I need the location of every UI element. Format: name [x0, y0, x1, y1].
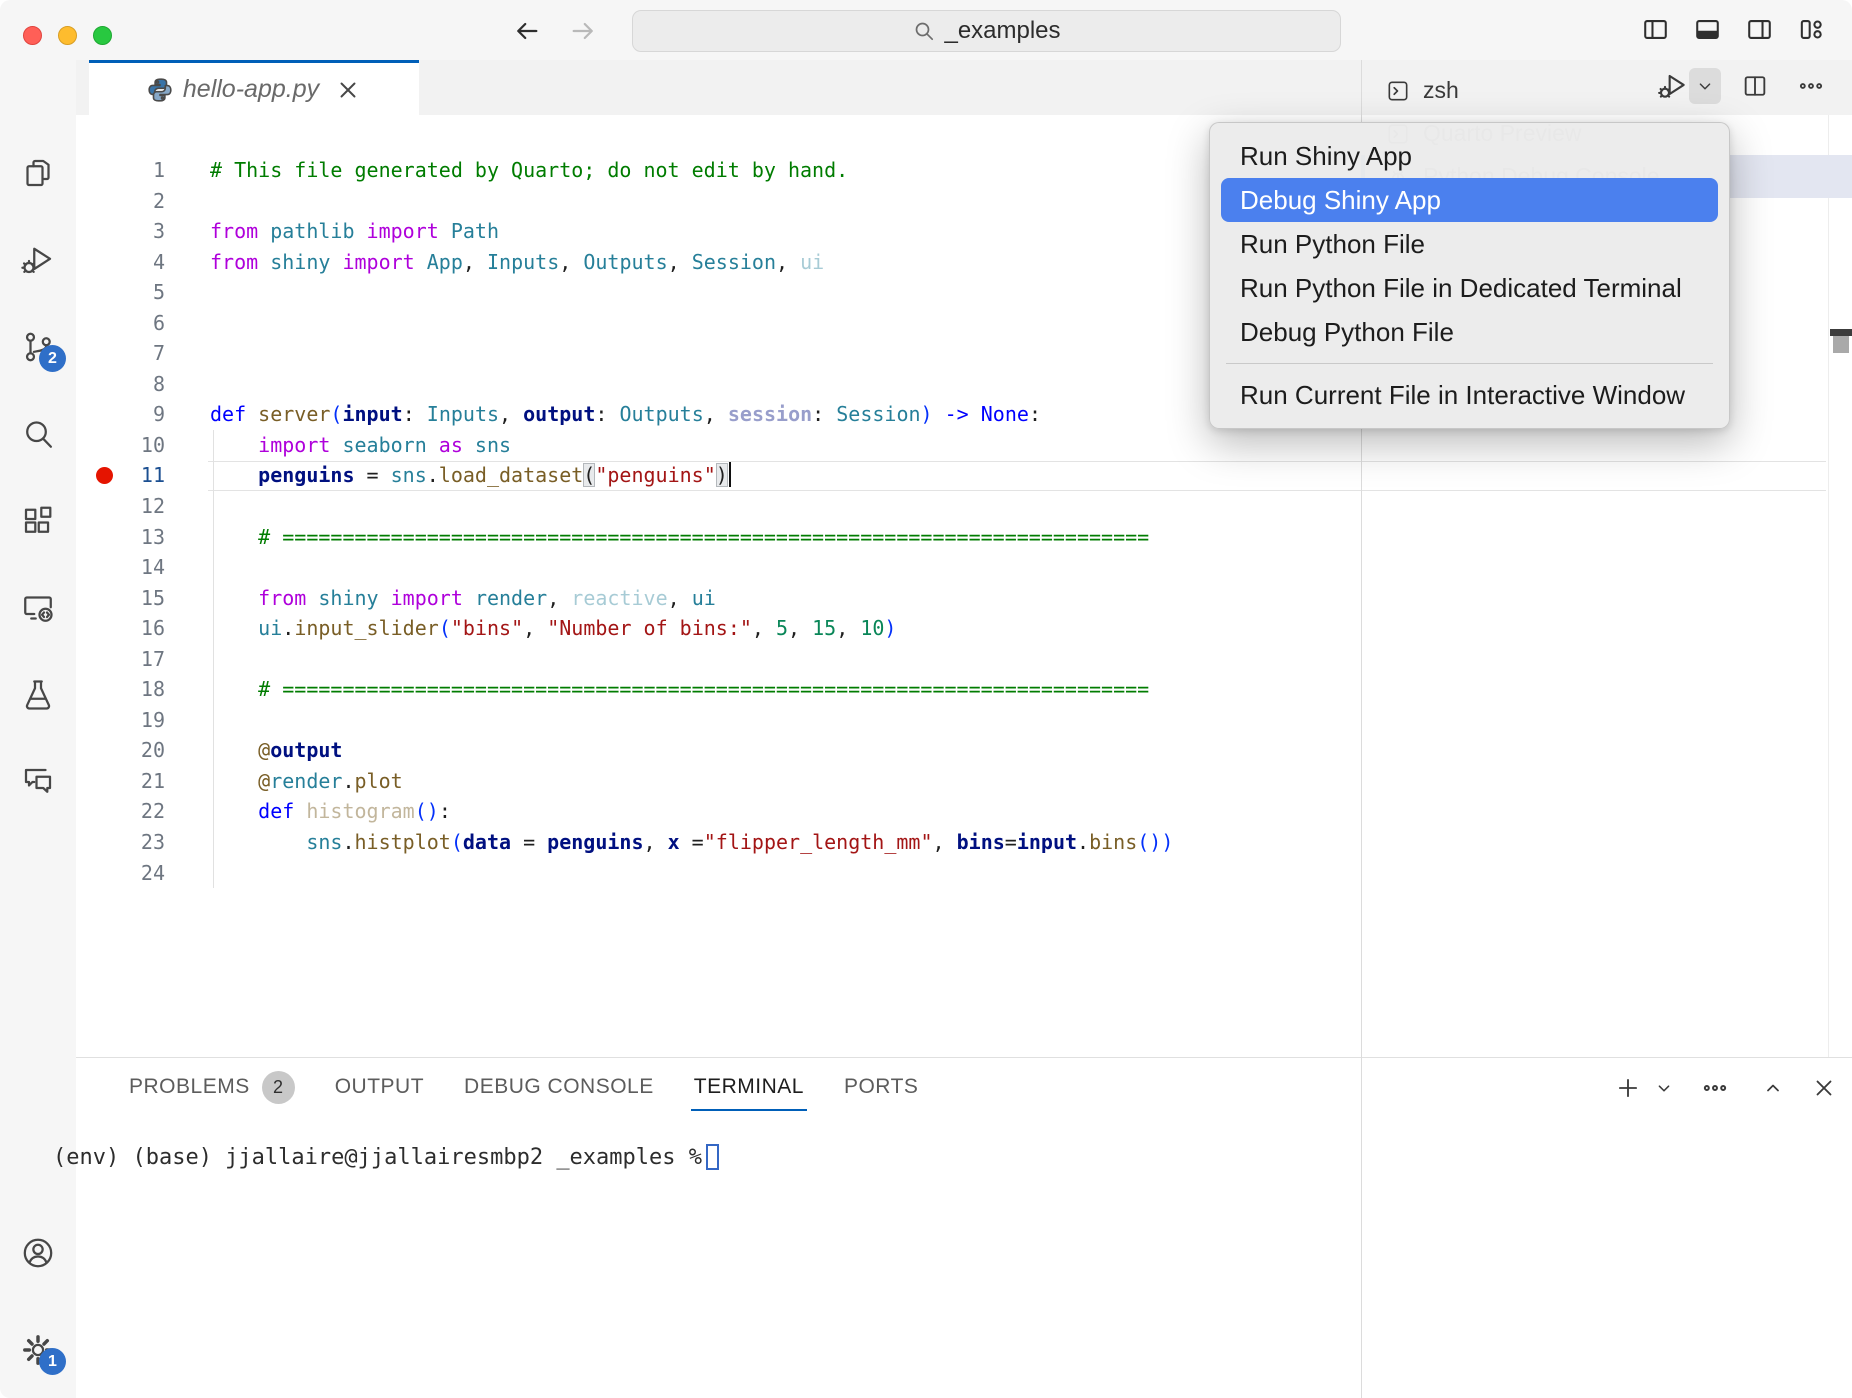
- line-number[interactable]: 14: [76, 552, 165, 583]
- comments-icon: [19, 763, 57, 801]
- line-number[interactable]: 9: [76, 399, 165, 430]
- activity-item-settings[interactable]: 1: [19, 1331, 57, 1369]
- line-number[interactable]: 23: [76, 827, 165, 858]
- badge: 1: [39, 1348, 66, 1375]
- text-cursor: [729, 462, 732, 487]
- panel-tab-label: OUTPUT: [335, 1075, 424, 1099]
- line-number[interactable]: 11: [76, 460, 165, 491]
- panel-tab-label: PROBLEMS: [129, 1075, 250, 1099]
- window-minimize-button[interactable]: [58, 26, 77, 45]
- activity-item-comments[interactable]: [19, 763, 57, 801]
- panel-tab-ports[interactable]: PORTS: [844, 1058, 918, 1116]
- line-number[interactable]: 17: [76, 644, 165, 675]
- activity-item-accounts[interactable]: [19, 1234, 57, 1272]
- terminal-row-zsh[interactable]: zsh: [1362, 69, 1852, 112]
- menu-item[interactable]: Run Python File in Dedicated Terminal: [1221, 266, 1718, 310]
- activity-item-remote-explorer[interactable]: [19, 589, 57, 627]
- terminal-cursor: [706, 1144, 719, 1170]
- search-icon: [19, 415, 57, 453]
- window-close-button[interactable]: [23, 26, 42, 45]
- remote-icon: [19, 589, 57, 627]
- activity-item-source-control[interactable]: 2: [19, 328, 57, 366]
- activity-bar-bottom: 1: [19, 1234, 57, 1398]
- line-number[interactable]: 4: [76, 247, 165, 278]
- forward-icon[interactable]: [568, 18, 598, 44]
- activity-bar-top: 2: [19, 60, 57, 801]
- menu-item[interactable]: Run Current File in Interactive Window: [1221, 373, 1718, 417]
- line-number[interactable]: 15: [76, 583, 165, 614]
- line-number[interactable]: 19: [76, 705, 165, 736]
- menu-item[interactable]: Run Shiny App: [1221, 134, 1718, 178]
- terminal-prompt: (env) (base) jjallaire@jjallairesmbp2 _e…: [53, 1145, 702, 1170]
- line-number[interactable]: 7: [76, 338, 165, 369]
- toggle-panel-icon[interactable]: [1693, 15, 1722, 44]
- line-number[interactable]: 13: [76, 522, 165, 553]
- activity-item-testing[interactable]: [19, 676, 57, 714]
- run-options-menu: Run Shiny AppDebug Shiny AppRun Python F…: [1209, 122, 1730, 429]
- menu-item[interactable]: Run Python File: [1221, 222, 1718, 266]
- line-number[interactable]: 22: [76, 796, 165, 827]
- panel-tab-label: TERMINAL: [694, 1075, 804, 1099]
- line-number[interactable]: 24: [76, 858, 165, 889]
- line-number[interactable]: 5: [76, 277, 165, 308]
- badge: 2: [39, 345, 66, 372]
- panel-tab-label: PORTS: [844, 1075, 918, 1099]
- terminal-output[interactable]: (env) (base) jjallaire@jjallairesmbp2 _e…: [53, 1143, 719, 1171]
- line-number[interactable]: 20: [76, 735, 165, 766]
- terminal-row-label: zsh: [1423, 77, 1459, 104]
- panel-tab-debug-console[interactable]: DEBUG CONSOLE: [464, 1058, 654, 1116]
- files-icon: [19, 154, 57, 192]
- line-number[interactable]: 3: [76, 216, 165, 247]
- panel-tab-terminal[interactable]: TERMINAL: [694, 1058, 804, 1116]
- titlebar: _examples: [0, 0, 1852, 61]
- command-center-search[interactable]: _examples: [632, 10, 1341, 52]
- line-number[interactable]: 10: [76, 430, 165, 461]
- tab-hello-app[interactable]: hello-app.py: [89, 60, 419, 116]
- menu-item[interactable]: Debug Shiny App: [1221, 178, 1718, 222]
- run-debug-icon: [19, 241, 57, 279]
- customize-layout-icon[interactable]: [1797, 15, 1826, 44]
- search-icon: [912, 19, 936, 43]
- activity-item-extensions[interactable]: [19, 502, 57, 540]
- panel-tabs: PROBLEMS 2 OUTPUT DEBUG CONSOLE TERMINAL PORT…: [129, 1058, 918, 1116]
- panel-tab-label: DEBUG CONSOLE: [464, 1075, 654, 1099]
- activity-bar: 2 1: [0, 60, 77, 1398]
- close-icon[interactable]: [335, 77, 361, 103]
- back-icon[interactable]: [512, 18, 542, 44]
- line-number[interactable]: 16: [76, 613, 165, 644]
- vscode-window: _examples 2 1 hello-app.py hello-app.py: [0, 0, 1852, 1398]
- line-number[interactable]: 12: [76, 491, 165, 522]
- editor-gutter[interactable]: 123456789101112131415161718192021222324: [76, 155, 165, 888]
- problems-badge: 2: [262, 1071, 295, 1104]
- extensions-icon: [19, 502, 57, 540]
- line-number[interactable]: 18: [76, 674, 165, 705]
- testing-icon: [19, 676, 57, 714]
- toggle-primary-sidebar-icon[interactable]: [1641, 15, 1670, 44]
- python-file-icon: [147, 77, 173, 103]
- line-number[interactable]: 6: [76, 308, 165, 339]
- line-number[interactable]: 8: [76, 369, 165, 400]
- activity-item-search[interactable]: [19, 415, 57, 453]
- panel-tab-output[interactable]: OUTPUT: [335, 1058, 424, 1116]
- line-number[interactable]: 2: [76, 186, 165, 217]
- toggle-secondary-sidebar-icon[interactable]: [1745, 15, 1774, 44]
- tab-label: hello-app.py: [183, 75, 319, 104]
- panel-tab-problems[interactable]: PROBLEMS 2: [129, 1058, 295, 1116]
- line-number[interactable]: 1: [76, 155, 165, 186]
- menu-item[interactable]: Debug Python File: [1221, 310, 1718, 354]
- line-number[interactable]: 21: [76, 766, 165, 797]
- activity-item-run-and-debug[interactable]: [19, 241, 57, 279]
- activity-item-explorer[interactable]: [19, 154, 57, 192]
- terminal-icon: [1385, 78, 1411, 104]
- menu-separator: [1226, 363, 1713, 364]
- search-text: _examples: [944, 17, 1060, 45]
- account-icon: [19, 1234, 57, 1272]
- window-zoom-button[interactable]: [93, 26, 112, 45]
